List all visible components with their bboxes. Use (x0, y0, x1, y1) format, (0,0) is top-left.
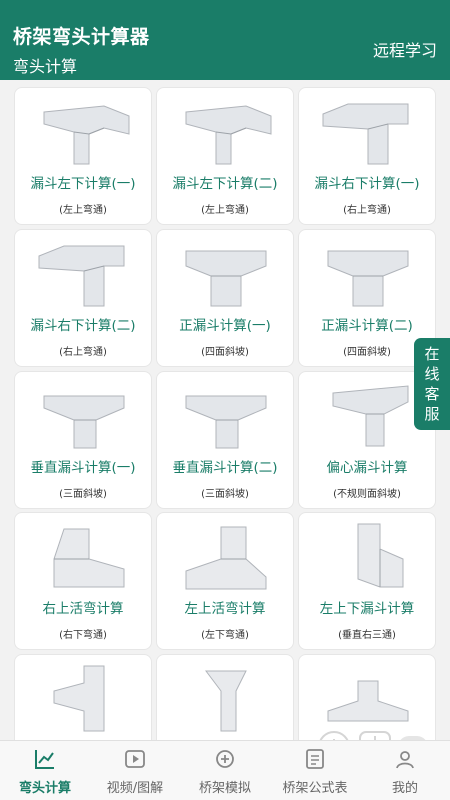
tab-label: 弯头计算 (18, 781, 71, 796)
fitting-illustration (318, 94, 418, 166)
fitting-illustration (34, 519, 134, 591)
calculator-card[interactable]: 左上下漏斗计算 (14, 654, 152, 740)
calculator-name: 偏心漏斗计算 (326, 460, 408, 476)
service-char: 线 (424, 365, 440, 383)
tab-label: 桥架模拟 (198, 781, 251, 796)
calculator-subtitle: (三面斜坡) (59, 489, 107, 500)
calculator-card[interactable]: 左上下漏斗计算 (垂直右三通) (298, 512, 436, 650)
tab-video[interactable]: 视频/图解 (90, 741, 180, 800)
formula-icon (303, 747, 327, 771)
simulate-icon (213, 747, 237, 771)
calculator-subtitle: (四面斜坡) (201, 347, 249, 358)
calculator-name: 漏斗右下计算(一) (314, 176, 420, 192)
fitting-illustration (34, 94, 134, 166)
calculator-card[interactable]: 横竖三通计算 (156, 654, 294, 740)
service-char: 服 (424, 405, 440, 423)
fitting-illustration (318, 236, 418, 308)
fitting-illustration (176, 378, 276, 450)
calculator-name: 左上活弯计算 (184, 601, 266, 617)
calculator-card[interactable]: 左上活弯计算 (左下弯通) (156, 512, 294, 650)
tab-label: 我的 (391, 781, 418, 796)
calculator-name: 左上下漏斗计算 (319, 601, 415, 617)
fitting-illustration (34, 378, 134, 450)
calculator-subtitle: (右上弯通) (343, 205, 391, 216)
fitting-illustration (176, 236, 276, 308)
fitting-illustration (176, 519, 276, 591)
calculator-subtitle: (左下弯通) (201, 630, 249, 641)
calculator-name: 漏斗右下计算(二) (30, 318, 136, 334)
calculator-name: 漏斗左下计算(一) (30, 176, 136, 192)
app-header: 桥架弯头计算器 弯头计算 远程学习 (0, 0, 450, 80)
fitting-illustration (318, 519, 418, 591)
online-service-button[interactable]: 在 线 客 服 (414, 338, 450, 430)
calculator-card[interactable]: 漏斗右下计算(二) (右上弯通) (14, 229, 152, 367)
calculator-subtitle: (垂直右三通) (338, 630, 396, 641)
calculator-name: 右上活弯计算 (42, 601, 124, 617)
app-title: 桥架弯头计算器 (13, 26, 150, 48)
calculator-card[interactable]: 垂直漏斗计算(二) (三面斜坡) (156, 371, 294, 509)
fitting-illustration (176, 94, 276, 166)
calculator-card[interactable]: 漏斗左下计算(一) (左上弯通) (14, 87, 152, 225)
calculator-card[interactable]: 漏斗右下计算(一) (右上弯通) (298, 87, 436, 225)
chart-icon (33, 747, 57, 771)
calculator-subtitle: (右下弯通) (59, 630, 107, 641)
page-subtitle: 弯头计算 (13, 57, 78, 76)
remote-learning-link[interactable]: 远程学习 (373, 37, 437, 61)
tab-formula[interactable]: 桥架公式表 (270, 741, 360, 800)
calculator-subtitle: (左上弯通) (59, 205, 107, 216)
calculator-name: 漏斗左下计算(二) (172, 176, 278, 192)
tab-label: 桥架公式表 (282, 781, 348, 796)
fitting-illustration (318, 378, 418, 450)
calculator-grid: 漏斗左下计算(一) (左上弯通) 漏斗左下计算(二) (左上弯通) 漏斗右下计算(一) (… (0, 80, 450, 740)
calculator-subtitle: (不规则面斜坡) (333, 489, 401, 500)
calculator-name: 垂直漏斗计算(一) (30, 460, 136, 476)
service-char: 在 (424, 345, 440, 363)
bottom-tab-bar: 弯头计算 视频/图解 桥架模拟 桥架公式表 我的 (0, 740, 450, 800)
fitting-illustration (34, 236, 134, 308)
calculator-subtitle: (右上弯通) (59, 347, 107, 358)
service-char: 客 (424, 385, 440, 403)
fitting-illustration (176, 661, 276, 733)
fitting-illustration (34, 661, 134, 733)
calculator-card[interactable]: 右上活弯计算 (右下弯通) (14, 512, 152, 650)
calculator-card[interactable]: 垂直漏斗计算(一) (三面斜坡) (14, 371, 152, 509)
user-icon (393, 747, 417, 771)
calculator-card[interactable]: 正漏斗计算(一) (四面斜坡) (156, 229, 294, 367)
calculator-name: 正漏斗计算(一) (179, 318, 271, 334)
calculator-subtitle: (左上弯通) (201, 205, 249, 216)
calculator-name: 垂直漏斗计算(二) (172, 460, 278, 476)
calculator-name: 正漏斗计算(二) (321, 318, 413, 334)
tab-label: 视频/图解 (106, 781, 164, 796)
video-icon (123, 747, 147, 771)
tab-user[interactable]: 我的 (360, 741, 450, 800)
calculator-subtitle: (三面斜坡) (201, 489, 249, 500)
tab-simulate[interactable]: 桥架模拟 (180, 741, 270, 800)
calculator-card[interactable]: 漏斗左下计算(二) (左上弯通) (156, 87, 294, 225)
tab-chart[interactable]: 弯头计算 (0, 741, 90, 800)
